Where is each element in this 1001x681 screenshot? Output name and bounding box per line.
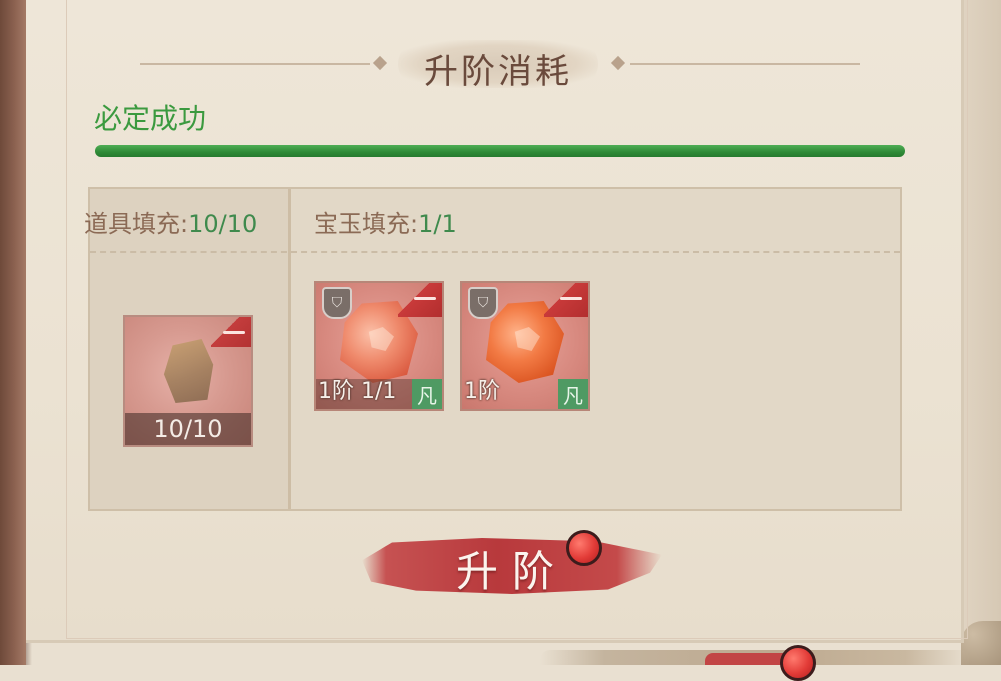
gem-fill-label: 宝玉填充:1/1 [314, 204, 457, 239]
gem-highlight [368, 327, 394, 351]
quality-corner [544, 283, 588, 317]
item-fill-caption: 道具填充: [84, 210, 189, 238]
item-count: 10/10 [153, 415, 223, 443]
item-slot[interactable]: 10/10 [123, 315, 253, 447]
success-progress-bar [95, 145, 905, 157]
item-fill-label: 道具填充:10/10 [84, 204, 257, 239]
header-ornament-right [610, 55, 626, 71]
gem-slot[interactable]: ⛉ 1阶 凡 [460, 281, 590, 411]
notification-dot [780, 645, 816, 681]
gem-fill-caption: 宝玉填充: [314, 210, 419, 238]
gem-highlight [514, 327, 540, 351]
gem-tier-label: 1阶 1/1 [318, 379, 397, 404]
corner-mark [414, 297, 436, 300]
corner-mark [560, 297, 582, 300]
item-fill-value: 10/10 [188, 210, 258, 238]
page-title: 升阶消耗 [424, 52, 572, 92]
notification-dot [566, 530, 602, 566]
gem-slot[interactable]: ⛉ 1阶 1/1 凡 [314, 281, 444, 411]
gem-tier-label: 1阶 [464, 379, 500, 404]
success-progress-fill [95, 145, 905, 157]
success-rate-text: 必定成功 [94, 102, 207, 135]
section-header: 升阶消耗 [120, 38, 880, 92]
header-ornament-left [372, 55, 388, 71]
gem-fill-value: 1/1 [418, 210, 457, 238]
quality-corner [398, 283, 442, 317]
shield-icon: ⛉ [322, 287, 352, 319]
panel-divider [90, 251, 900, 253]
rarity-badge: 凡 [558, 379, 588, 409]
rarity-badge: 凡 [412, 379, 442, 409]
ore-icon [163, 339, 214, 403]
materials-panel: 道具填充:10/10 宝玉填充:1/1 10/10 ⛉ 1阶 1/1 凡 ⛉ 1… [84, 187, 902, 511]
shield-icon: ⛉ [468, 287, 498, 319]
upgrade-button[interactable]: 升阶 [362, 532, 662, 598]
header-divider-right [630, 63, 860, 65]
corner-mark [223, 331, 245, 334]
header-divider-left [140, 63, 370, 65]
upgrade-button-label: 升阶 [455, 547, 568, 596]
book-spine [0, 0, 32, 665]
